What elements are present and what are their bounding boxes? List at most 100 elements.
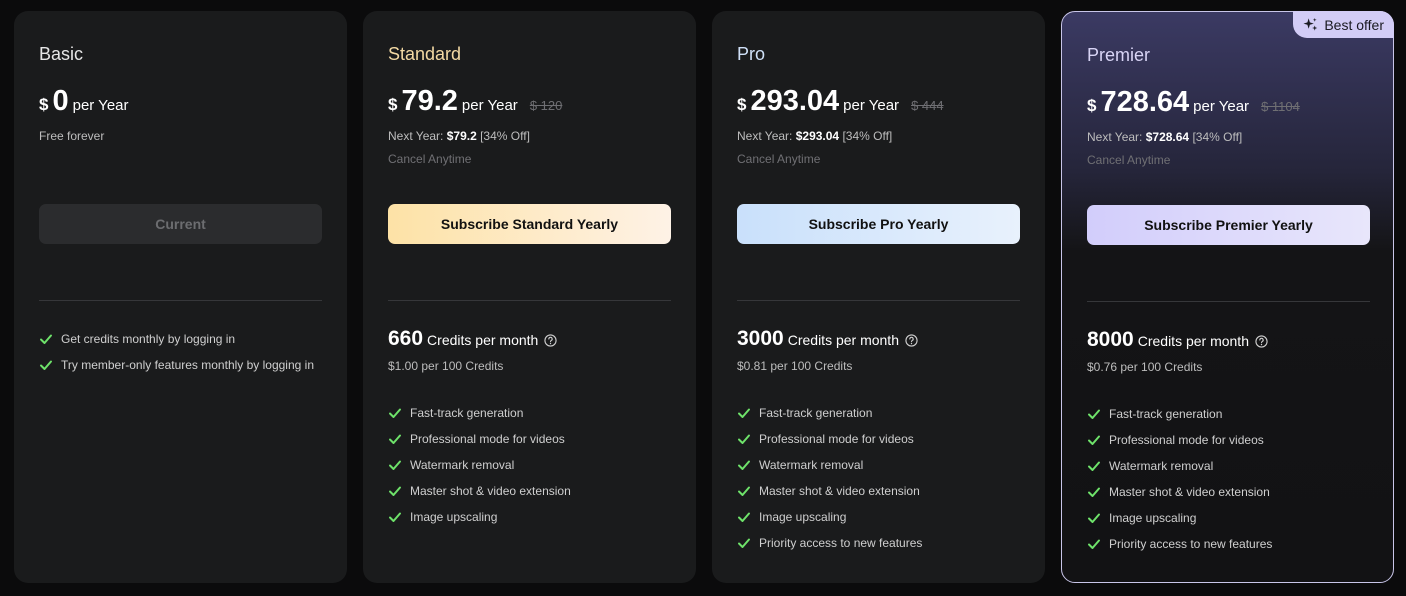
price-period: per Year bbox=[843, 97, 900, 114]
check-icon bbox=[738, 434, 750, 444]
feature-item: Fast-track generation bbox=[1087, 401, 1272, 427]
next-year-amount: $79.2 bbox=[446, 129, 477, 143]
plan-card-standard: Standard $ 79.2 per Year $ 120 Next Year… bbox=[363, 11, 696, 583]
check-icon bbox=[738, 512, 750, 522]
feature-label: Get credits monthly by logging in bbox=[61, 332, 236, 346]
feature-item: Master shot & video extension bbox=[737, 478, 922, 504]
discount-label: [34% Off] bbox=[1192, 130, 1243, 144]
feature-item: Priority access to new features bbox=[1087, 531, 1272, 557]
check-icon bbox=[389, 486, 401, 496]
price-row: $ 293.04 per Year $ 444 bbox=[737, 85, 944, 118]
check-icon bbox=[1088, 435, 1100, 445]
feature-item: Master shot & video extension bbox=[1087, 479, 1272, 505]
feature-item: Image upscaling bbox=[1087, 505, 1272, 531]
feature-label: Try member-only features monthly by logg… bbox=[61, 358, 314, 372]
check-icon bbox=[389, 434, 401, 444]
check-icon bbox=[738, 408, 750, 418]
next-year-amount: $293.04 bbox=[795, 129, 840, 143]
plan-name: Standard bbox=[388, 44, 462, 64]
feature-item: Image upscaling bbox=[388, 504, 571, 530]
plan-card-basic: Basic $ 0 per Year Free forever Current … bbox=[14, 11, 347, 583]
credits-row: 660 Credits per month bbox=[388, 327, 557, 351]
best-offer-badge: Best offer bbox=[1293, 11, 1394, 38]
currency-symbol: $ bbox=[737, 95, 747, 114]
feature-label: Professional mode for videos bbox=[759, 432, 914, 446]
next-year-label: Next Year: bbox=[1087, 130, 1143, 144]
next-year-label: Next Year: bbox=[737, 129, 793, 143]
feature-label: Priority access to new features bbox=[759, 536, 923, 550]
feature-label: Priority access to new features bbox=[1109, 537, 1273, 551]
feature-label: Fast-track generation bbox=[1109, 407, 1223, 421]
plan-card-premier: Best offer Premier $ 728.64 per Year $ 1… bbox=[1061, 11, 1394, 583]
currency-symbol: $ bbox=[388, 95, 398, 114]
pricing-plans: Basic $ 0 per Year Free forever Current … bbox=[0, 0, 1406, 596]
currency-symbol: $ bbox=[39, 95, 49, 114]
credits-label: Credits per month bbox=[1137, 333, 1249, 349]
feature-label: Watermark removal bbox=[410, 458, 515, 472]
price-row: $ 79.2 per Year $ 120 bbox=[388, 85, 562, 118]
price-amount: 79.2 bbox=[401, 85, 458, 117]
cancel-anytime: Cancel Anytime bbox=[388, 152, 472, 166]
help-circle-icon[interactable] bbox=[905, 334, 918, 347]
check-icon bbox=[738, 486, 750, 496]
next-year-amount: $728.64 bbox=[1145, 130, 1190, 144]
divider bbox=[737, 300, 1020, 301]
original-price: $ 444 bbox=[911, 98, 944, 113]
price-amount: 728.64 bbox=[1100, 86, 1190, 118]
check-icon bbox=[1088, 539, 1100, 549]
check-icon bbox=[389, 460, 401, 470]
discount-label: [34% Off] bbox=[480, 129, 530, 143]
price-period: per Year bbox=[1193, 98, 1250, 115]
check-icon bbox=[1088, 409, 1100, 419]
feature-item: Watermark removal bbox=[388, 452, 571, 478]
divider bbox=[388, 300, 671, 301]
subscribe-pro-button[interactable]: Subscribe Pro Yearly bbox=[737, 204, 1020, 244]
price-period: per Year bbox=[72, 97, 129, 114]
plan-card-pro: Pro $ 293.04 per Year $ 444 Next Year: $… bbox=[712, 11, 1045, 583]
sparkle-icon bbox=[1303, 17, 1318, 31]
feature-item: Priority access to new features bbox=[737, 530, 922, 556]
check-icon bbox=[738, 538, 750, 548]
feature-label: Image upscaling bbox=[410, 510, 498, 524]
price-row: $ 0 per Year bbox=[39, 85, 129, 118]
check-icon bbox=[738, 460, 750, 470]
help-circle-icon[interactable] bbox=[1255, 335, 1268, 348]
price-amount: 0 bbox=[52, 85, 69, 117]
check-icon bbox=[389, 408, 401, 418]
divider bbox=[39, 300, 322, 301]
original-price: $ 1104 bbox=[1261, 99, 1300, 114]
price-amount: 293.04 bbox=[750, 85, 840, 117]
credits-row: 8000 Credits per month bbox=[1087, 328, 1268, 352]
feature-item: Image upscaling bbox=[737, 504, 922, 530]
feature-label: Image upscaling bbox=[759, 510, 847, 524]
current-plan-button[interactable]: Current bbox=[39, 204, 322, 244]
subscribe-premier-button[interactable]: Subscribe Premier Yearly bbox=[1087, 205, 1370, 245]
feature-label: Watermark removal bbox=[1109, 459, 1214, 473]
credits-label: Credits per month bbox=[427, 332, 539, 348]
feature-item: Watermark removal bbox=[737, 452, 922, 478]
feature-item: Fast-track generation bbox=[737, 400, 922, 426]
price-period: per Year bbox=[461, 97, 518, 114]
help-circle-icon[interactable] bbox=[544, 334, 557, 347]
subscribe-standard-button[interactable]: Subscribe Standard Yearly bbox=[388, 204, 671, 244]
free-note: Free forever bbox=[39, 129, 105, 143]
credits-amount: 3000 bbox=[737, 327, 784, 350]
credits-row: 3000 Credits per month bbox=[737, 327, 918, 351]
feature-label: Professional mode for videos bbox=[410, 432, 565, 446]
feature-label: Fast-track generation bbox=[410, 406, 524, 420]
divider bbox=[1087, 301, 1370, 302]
check-icon bbox=[1088, 487, 1100, 497]
feature-item: Professional mode for videos bbox=[737, 426, 922, 452]
credits-label: Credits per month bbox=[787, 332, 899, 348]
feature-item: Watermark removal bbox=[1087, 453, 1272, 479]
discount-label: [34% Off] bbox=[842, 129, 893, 143]
credit-rate: $0.81 per 100 Credits bbox=[737, 359, 853, 373]
check-icon bbox=[389, 512, 401, 522]
currency-symbol: $ bbox=[1087, 96, 1097, 115]
feature-label: Fast-track generation bbox=[759, 406, 873, 420]
check-icon bbox=[1088, 513, 1100, 523]
original-price: $ 120 bbox=[529, 98, 563, 113]
badge-label: Best offer bbox=[1324, 16, 1384, 33]
feature-label: Master shot & video extension bbox=[759, 484, 920, 498]
feature-item: Try member-only features monthly by logg… bbox=[39, 352, 314, 378]
